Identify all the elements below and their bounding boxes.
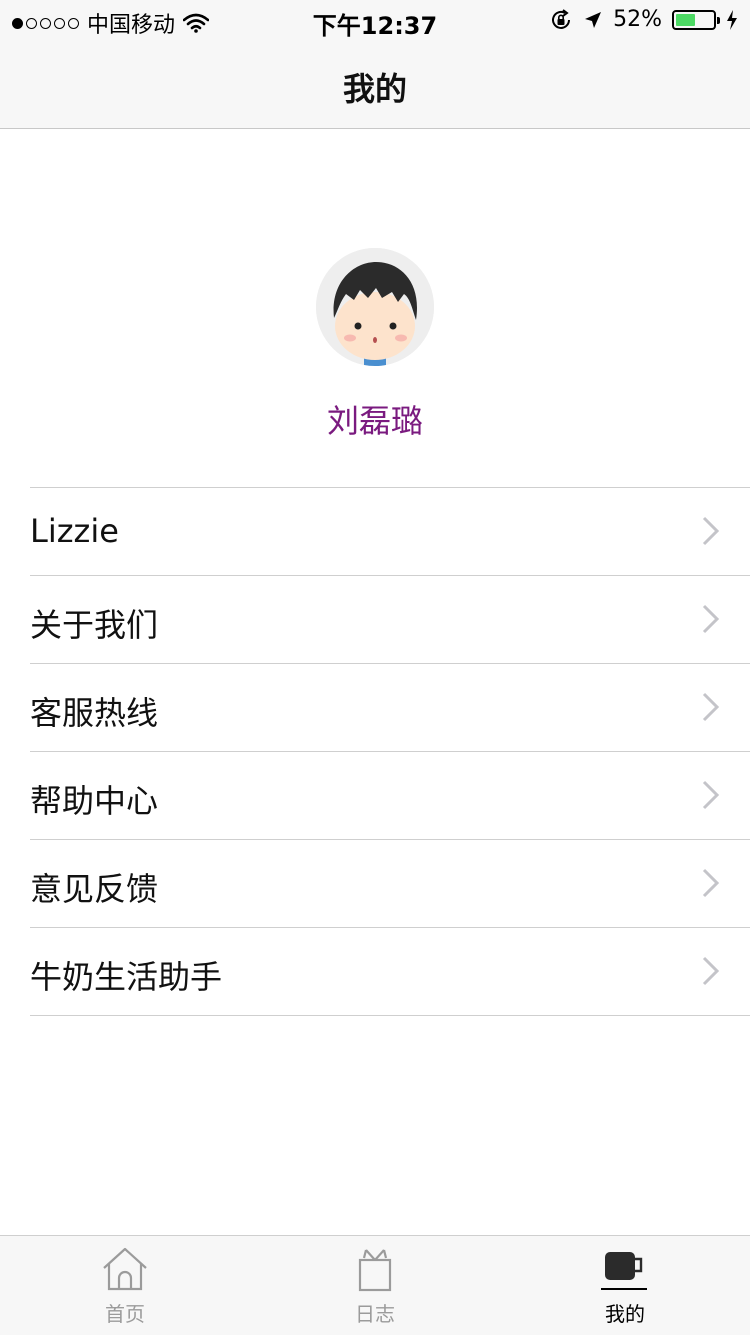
list-item-label: 意见反馈 (30, 870, 159, 908)
chevron-right-icon (702, 516, 720, 546)
list-item-label: 帮助中心 (30, 782, 159, 820)
navigation-bar: 我的 (0, 40, 750, 129)
status-bar: 中国移动 下午12:37 52% (0, 0, 750, 40)
list-item-lizzie[interactable]: Lizzie (30, 487, 750, 575)
list-item-label: 牛奶生活助手 (30, 958, 223, 996)
battery-icon (672, 9, 720, 30)
list-item-label: 关于我们 (30, 606, 159, 644)
chevron-right-icon (702, 604, 720, 634)
battery-percent: 52% (613, 7, 662, 32)
tab-label: 首页 (105, 1302, 145, 1326)
gift-icon (358, 1249, 392, 1292)
tab-home[interactable]: 首页 (0, 1236, 250, 1335)
cartoon-avatar-icon (316, 248, 434, 366)
profile-name: 刘磊璐 (326, 402, 423, 440)
chevron-right-icon (702, 956, 720, 986)
charging-bolt-icon (727, 9, 737, 30)
avatar[interactable] (316, 248, 434, 366)
chevron-right-icon (702, 868, 720, 898)
chevron-right-icon (702, 692, 720, 722)
page-title: 我的 (342, 70, 407, 108)
tab-mine[interactable]: 我的 (500, 1236, 750, 1335)
list-item-about-us[interactable]: 关于我们 (30, 575, 750, 663)
settings-list: Lizzie 关于我们 客服热线 帮助中心 意见反馈 牛奶生活助手 (30, 487, 750, 1016)
list-item-customer-hotline[interactable]: 客服热线 (30, 663, 750, 751)
tab-bar: 首页 日志 我的 (0, 1235, 750, 1335)
rotation-lock-icon (552, 8, 571, 29)
list-item-feedback[interactable]: 意见反馈 (30, 839, 750, 927)
tab-label: 日志 (355, 1302, 395, 1326)
list-item-label: 客服热线 (30, 694, 159, 732)
tab-log[interactable]: 日志 (250, 1236, 500, 1335)
home-icon (103, 1247, 147, 1291)
chevron-right-icon (702, 780, 720, 810)
list-item-milk-assistant[interactable]: 牛奶生活助手 (30, 927, 750, 1016)
list-item-label: Lizzie (30, 512, 119, 550)
active-tab-indicator (601, 1288, 647, 1290)
location-arrow-icon (585, 11, 602, 28)
status-right: 52% (549, 7, 738, 32)
tab-label: 我的 (605, 1302, 645, 1326)
list-item-help-center[interactable]: 帮助中心 (30, 751, 750, 839)
cup-icon (605, 1252, 643, 1280)
